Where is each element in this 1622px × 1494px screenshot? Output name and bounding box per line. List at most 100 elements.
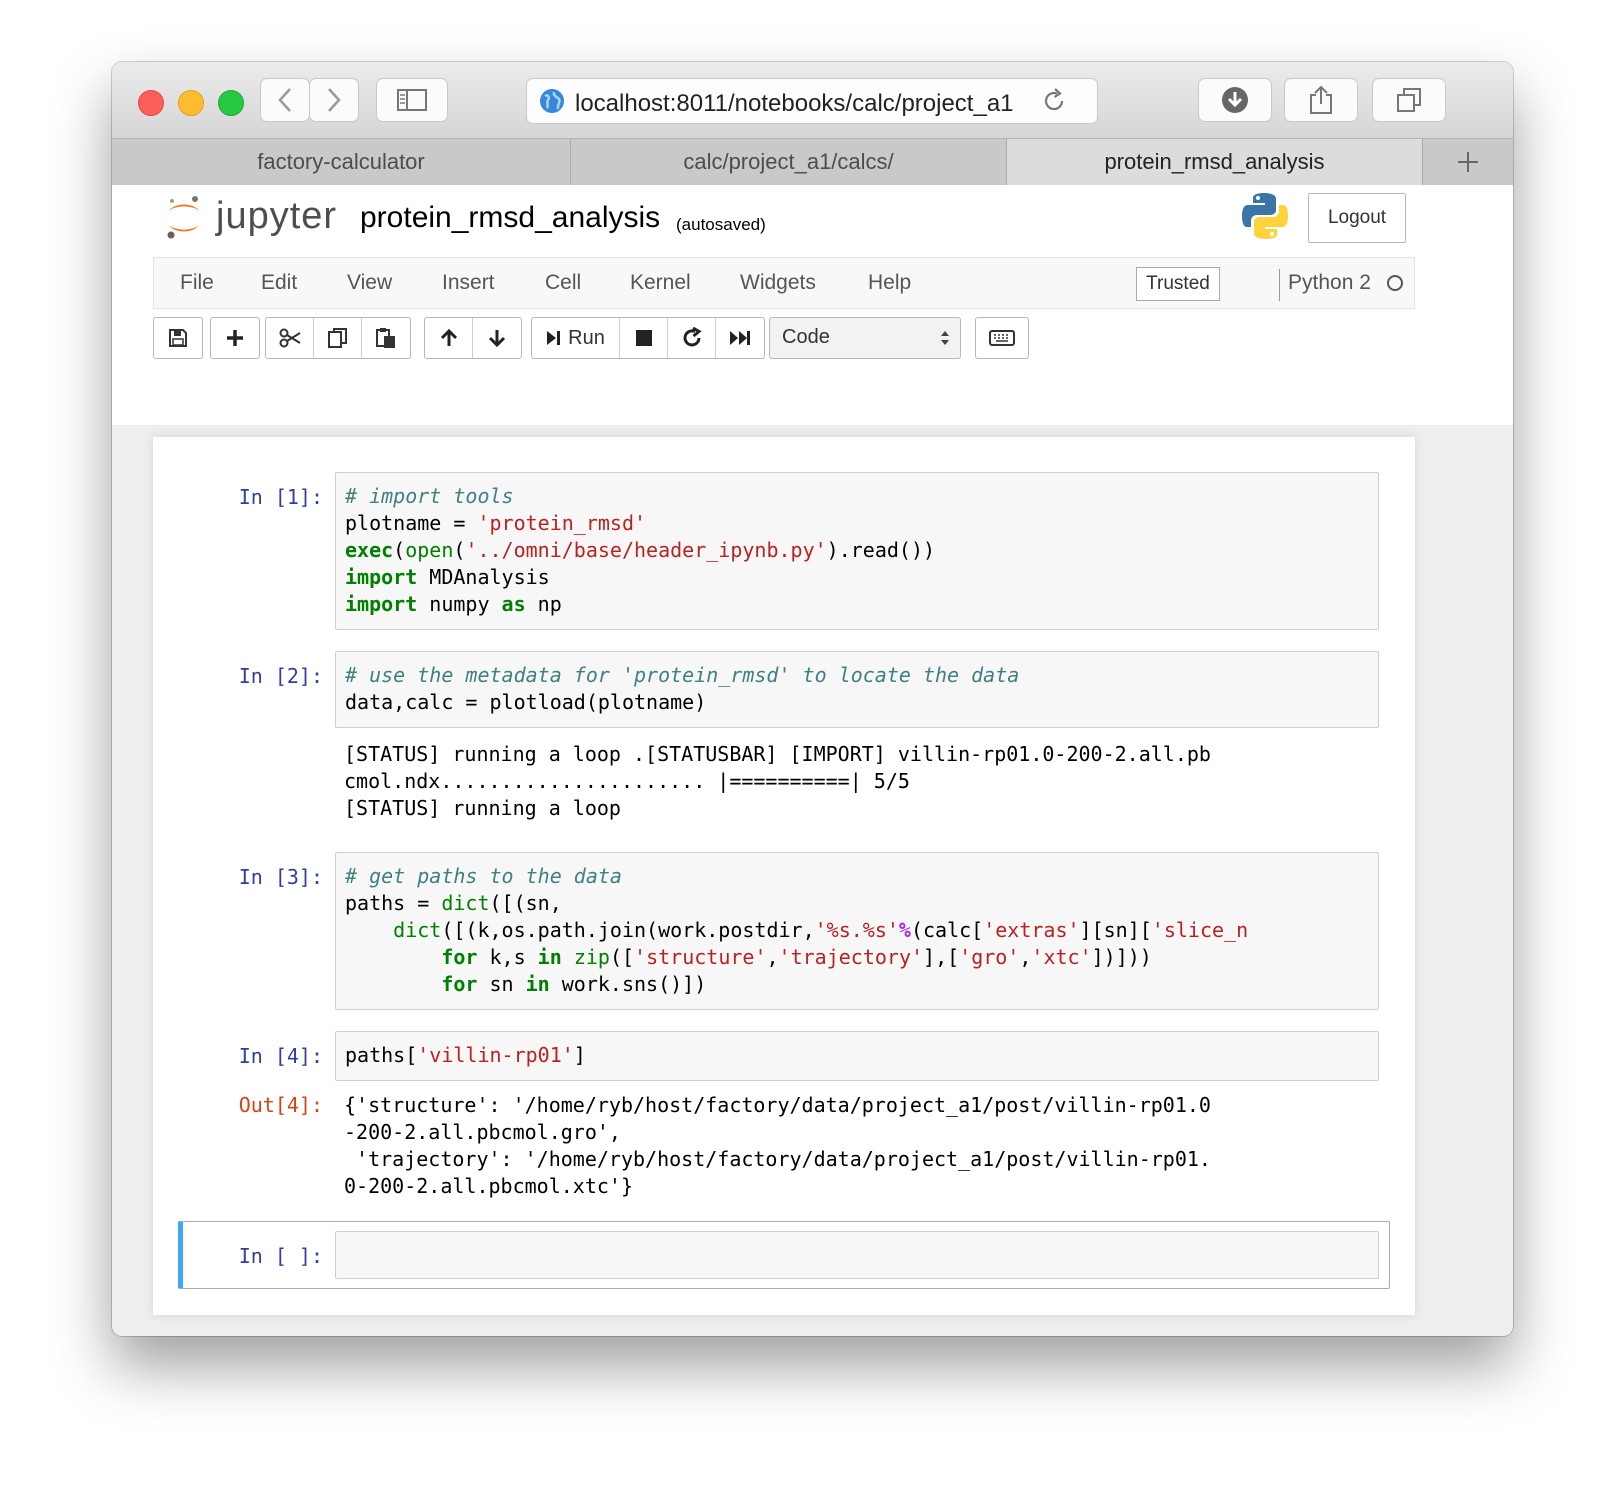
code-cell-source: paths['villin-rp01'] [345,1043,586,1067]
forward-icon [328,88,341,112]
downloads-button[interactable] [1198,78,1272,122]
code-cell-input[interactable]: # get paths to the data paths = dict([(s… [335,852,1379,1010]
url-text: localhost:8011/notebooks/calc/project_a1 [575,90,1014,117]
cut-button[interactable] [266,318,314,358]
interrupt-button[interactable] [620,318,668,358]
browser-tab-bar: factory-calculator calc/project_a1/calcs… [112,138,1513,186]
notebook-title[interactable]: protein_rmsd_analysis [360,201,660,235]
close-window-button[interactable] [138,90,164,116]
new-tab-icon [1458,152,1478,172]
cell-type-select[interactable]: Code [769,317,961,359]
cell-output-stream: [STATUS] running a loop .[STATUSBAR] [IM… [344,742,1211,820]
back-icon [278,88,291,112]
tab-factory-calculator[interactable]: factory-calculator [112,139,571,185]
run-button[interactable]: Run [532,318,620,358]
input-prompt: In [ ]: [238,1244,323,1268]
keyboard-group [975,317,1029,359]
run-icon [547,331,561,345]
run-label: Run [568,326,605,349]
input-prompt: In [1]: [238,485,323,509]
new-tab-button[interactable] [1423,139,1513,185]
restart-icon [683,327,702,347]
python-logo [1242,193,1288,239]
notebook-container: In [1]: # import tools plotname = 'prote… [153,437,1415,1315]
code-cell-input[interactable]: # import tools plotname = 'protein_rmsd'… [335,472,1379,630]
paste-icon [376,328,395,348]
menu-insert[interactable]: Insert [442,271,495,295]
share-icon [1310,85,1332,114]
restart-button[interactable] [668,318,716,358]
input-prompt: In [4]: [238,1044,323,1068]
menu-edit[interactable]: Edit [261,271,297,295]
fast-forward-icon [730,331,750,345]
stop-icon [635,330,652,346]
tab-calcs[interactable]: calc/project_a1/calcs/ [571,139,1007,185]
jupyter-logo-text[interactable]: jupyter [216,195,337,238]
menu-widgets[interactable]: Widgets [740,271,816,295]
browser-window: localhost:8011/notebooks/calc/project_a1… [112,62,1513,1336]
paste-button[interactable] [362,318,410,358]
sidebar-icon [397,89,427,111]
jupyter-logo-icon[interactable] [164,193,204,241]
input-prompt: In [2]: [238,664,323,688]
notebook-page: jupyter protein_rmsd_analysis (autosaved… [112,185,1513,1336]
address-bar[interactable]: localhost:8011/notebooks/calc/project_a1 [526,78,1098,124]
notebook-toolbar: Run Code [153,317,1415,361]
menu-help[interactable]: Help [868,271,911,295]
autosave-status: (autosaved) [676,215,766,234]
move-up-icon [440,328,457,346]
clipboard-group [265,317,411,359]
show-tabs-button[interactable] [1372,78,1446,122]
cell-type-value: Code [782,326,830,348]
kernel-separator [1279,269,1280,301]
menu-view[interactable]: View [347,271,392,295]
minimize-window-button[interactable] [178,90,204,116]
save-icon [169,329,187,347]
notebook-header: jupyter protein_rmsd_analysis (autosaved… [112,185,1513,425]
copy-button[interactable] [314,318,362,358]
code-cell-input[interactable]: # use the metadata for 'protein_rmsd' to… [335,651,1379,728]
insert-group [210,317,260,359]
kernel-name[interactable]: Python 2 [1288,271,1371,295]
tab-protein-rmsd-analysis[interactable]: protein_rmsd_analysis [1007,139,1423,185]
zoom-window-button[interactable] [218,90,244,116]
share-button[interactable] [1284,78,1358,122]
select-arrows-icon [941,331,949,345]
logout-button[interactable]: Logout [1308,193,1406,243]
command-palette-button[interactable] [976,318,1028,358]
move-down-icon [488,330,506,348]
code-cell-source: # import tools plotname = 'protein_rmsd'… [345,484,936,616]
menu-bar: File Edit View Insert Cell Kernel Widget… [153,257,1415,309]
menu-kernel[interactable]: Kernel [630,271,691,295]
insert-cell-button[interactable] [211,318,259,358]
output-prompt: Out[4]: [238,1093,323,1117]
kernel-idle-indicator [1387,275,1403,291]
download-icon [1222,87,1248,113]
tabs-icon [1397,88,1421,112]
code-cell-input[interactable]: paths['villin-rp01'] [335,1031,1379,1081]
save-group [153,317,203,359]
plus-icon [227,330,243,346]
code-cell-source: # use the metadata for 'protein_rmsd' to… [345,663,1020,714]
move-down-button[interactable] [473,318,521,358]
run-group: Run [531,317,765,359]
globe-icon [540,89,564,113]
save-button[interactable] [154,318,202,358]
sidebar-button[interactable] [376,78,448,122]
forward-button[interactable] [309,78,359,122]
code-cell-source: # get paths to the data paths = dict([(s… [345,864,1249,996]
menu-cell[interactable]: Cell [545,271,581,295]
cell-output-result: {'structure': '/home/ryb/host/factory/da… [344,1093,1211,1198]
copy-icon [327,328,347,348]
code-cell-input-empty[interactable] [335,1231,1379,1279]
input-prompt: In [3]: [238,865,323,889]
move-up-button[interactable] [425,318,473,358]
trusted-indicator[interactable]: Trusted [1136,267,1220,301]
back-button[interactable] [260,78,310,122]
keyboard-icon [989,330,1015,346]
browser-titlebar: localhost:8011/notebooks/calc/project_a1 [112,62,1513,138]
reload-icon[interactable] [1041,88,1067,114]
restart-run-all-button[interactable] [716,318,764,358]
cut-icon [279,328,301,348]
menu-file[interactable]: File [180,271,214,295]
